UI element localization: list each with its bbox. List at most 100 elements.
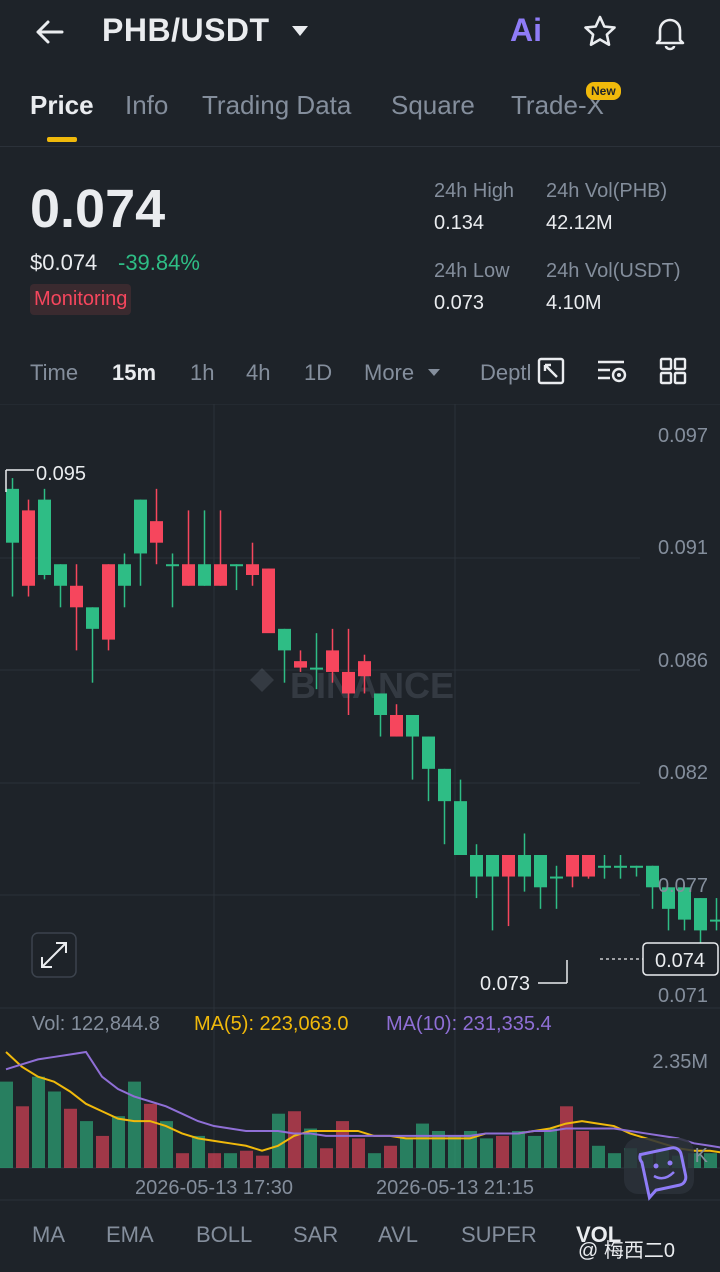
- tab-info[interactable]: Info: [125, 90, 168, 121]
- candlestick-chart[interactable]: BINANCE 0.097 0.091 0.086 0.082 0.077 0.…: [0, 404, 720, 1204]
- chart-expand-icon[interactable]: [536, 356, 568, 388]
- candle: [710, 898, 720, 931]
- candle-body: [694, 898, 707, 931]
- tf-1h[interactable]: 1h: [190, 360, 214, 386]
- ind-ema[interactable]: EMA: [106, 1222, 154, 1248]
- volume-bar: [288, 1111, 301, 1168]
- candle-body: [198, 564, 211, 586]
- volume-bar: [496, 1135, 509, 1168]
- volume-bar: [256, 1155, 269, 1168]
- ind-avl[interactable]: AVL: [378, 1222, 418, 1248]
- candle: [22, 499, 35, 597]
- tab-square[interactable]: Square: [391, 90, 475, 121]
- tab-trading-data[interactable]: Trading Data: [202, 90, 351, 121]
- ind-boll[interactable]: BOLL: [196, 1222, 252, 1248]
- candle-body: [502, 855, 515, 877]
- candle: [182, 510, 195, 586]
- volume-bar: [352, 1138, 365, 1168]
- low-value: 0.073: [434, 292, 485, 314]
- fullscreen-icon[interactable]: [31, 932, 77, 978]
- y-tick: 0.097: [658, 425, 708, 447]
- candle-body: [6, 488, 19, 543]
- candle-body: [614, 865, 627, 868]
- assistant-bot-icon[interactable]: [624, 1138, 694, 1201]
- candle: [582, 855, 595, 879]
- active-tab-indicator: [47, 137, 77, 142]
- tf-4h[interactable]: 4h: [246, 360, 270, 386]
- candle-body: [534, 855, 547, 888]
- high-marker-label: 0.095: [36, 463, 86, 485]
- candle: [566, 855, 579, 888]
- candle-body: [374, 693, 387, 715]
- candle-body: [134, 499, 147, 554]
- volume-bar: [416, 1123, 429, 1168]
- candle-body: [38, 499, 51, 575]
- candle-body: [118, 564, 131, 586]
- candle: [198, 510, 211, 586]
- caret-down-icon[interactable]: [292, 26, 308, 36]
- vol-legend: Vol: 122,844.8: [32, 1013, 160, 1035]
- candle: [150, 488, 163, 565]
- tf-1d[interactable]: 1D: [304, 360, 332, 386]
- ind-ma[interactable]: MA: [32, 1222, 65, 1248]
- volume-bar: [32, 1076, 45, 1168]
- candle-body: [214, 564, 227, 586]
- volume-bar: [544, 1128, 557, 1168]
- candle: [470, 844, 483, 899]
- volume-bar: [0, 1081, 13, 1168]
- pair-title[interactable]: PHB/USDT: [102, 12, 270, 49]
- tf-depth[interactable]: Depth: [480, 360, 530, 386]
- star-icon[interactable]: [580, 12, 620, 52]
- high-label: 24h High: [434, 180, 515, 202]
- last-price: 0.074: [30, 179, 166, 239]
- candle-body: [86, 607, 99, 629]
- volume-bar: [192, 1135, 205, 1168]
- volume-bar: [80, 1121, 93, 1168]
- grid-layout-icon[interactable]: [658, 356, 690, 388]
- candle-body: [22, 510, 35, 586]
- volume-bar: [512, 1130, 525, 1168]
- x-tick: 2026-05-13 17:30: [135, 1177, 293, 1199]
- vol-tick: 2.35M: [652, 1051, 708, 1073]
- candle: [86, 607, 99, 683]
- volume-bar: [576, 1130, 589, 1168]
- candle-body: [54, 564, 67, 586]
- tf-more[interactable]: More: [364, 360, 414, 386]
- candle: [422, 736, 435, 802]
- candle-body: [598, 865, 611, 868]
- tab-price[interactable]: Price: [30, 90, 94, 121]
- candle-body: [294, 661, 307, 668]
- volume-bar: [224, 1153, 237, 1168]
- vol-quote-value: 4.10M: [546, 292, 602, 314]
- candle: [262, 568, 275, 634]
- y-tick: 0.071: [658, 985, 708, 1007]
- bell-icon[interactable]: [650, 12, 690, 52]
- low-label: 24h Low: [434, 260, 510, 282]
- ind-super[interactable]: SUPER: [461, 1222, 537, 1248]
- candle-body: [454, 801, 467, 855]
- candle: [630, 865, 643, 877]
- vol-base-value: 42.12M: [546, 212, 613, 234]
- candle-body: [470, 855, 483, 877]
- monitoring-tag[interactable]: Monitoring: [30, 284, 132, 315]
- new-badge: New: [586, 82, 621, 100]
- volume-bar: [448, 1135, 461, 1168]
- back-arrow-icon[interactable]: [32, 14, 68, 50]
- candle: [38, 488, 51, 580]
- high-value: 0.134: [434, 212, 485, 234]
- candle-body: [518, 855, 531, 877]
- candle: [230, 564, 243, 591]
- ind-sar[interactable]: SAR: [293, 1222, 338, 1248]
- tf-time[interactable]: Time: [30, 360, 78, 386]
- candle-body: [358, 661, 371, 677]
- volume-bar: [272, 1113, 285, 1168]
- candle-body: [390, 715, 403, 737]
- low-marker: 0.073: [480, 960, 568, 995]
- volume-bar: [592, 1145, 605, 1168]
- candle-body: [422, 736, 435, 769]
- divider: [0, 146, 720, 147]
- tf-15m[interactable]: 15m: [112, 360, 156, 386]
- candle: [70, 564, 83, 651]
- indicator-settings-icon[interactable]: [596, 356, 628, 388]
- ai-icon[interactable]: Ai: [510, 12, 542, 49]
